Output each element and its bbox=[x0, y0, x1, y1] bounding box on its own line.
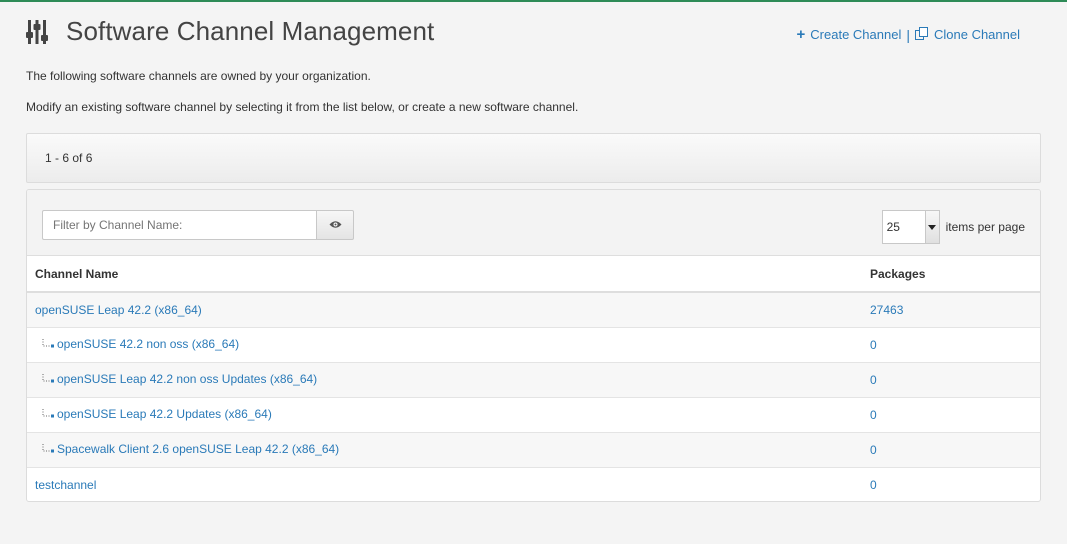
channel-filter-input[interactable] bbox=[42, 210, 316, 240]
channel-name-link[interactable]: openSUSE Leap 42.2 Updates (x86_64) bbox=[57, 407, 272, 421]
per-page-label: items per page bbox=[945, 220, 1025, 234]
per-page-control: 25 items per page bbox=[881, 210, 1025, 244]
create-channel-link[interactable]: + Create Channel bbox=[797, 26, 902, 43]
table-row: openSUSE Leap 42.2 Updates (x86_64) 0 bbox=[27, 397, 1040, 433]
action-separator: | bbox=[906, 26, 910, 43]
header-actions: + Create Channel | Clone Channel bbox=[797, 26, 1020, 43]
tree-branch-icon bbox=[41, 373, 57, 387]
channel-name-cell: testchannel bbox=[27, 467, 861, 501]
packages-cell: 0 bbox=[861, 467, 1040, 501]
channel-name-cell: openSUSE Leap 42.2 (x86_64) bbox=[27, 292, 861, 328]
channel-name-cell: Spacewalk Client 2.6 openSUSE Leap 42.2 … bbox=[27, 432, 861, 468]
column-header-packages[interactable]: Packages bbox=[861, 256, 1040, 293]
tree-branch-icon bbox=[41, 338, 57, 352]
page-header: Software Channel Management bbox=[26, 16, 434, 47]
packages-cell: 0 bbox=[861, 397, 1040, 433]
clone-channel-label: Clone Channel bbox=[933, 27, 1020, 42]
filter-button[interactable] bbox=[316, 210, 354, 240]
list-toolbar: 25 items per page bbox=[27, 190, 1040, 256]
table-row: openSUSE Leap 42.2 (x86_64) 27463 bbox=[27, 292, 1040, 328]
clone-channel-link[interactable]: Clone Channel bbox=[914, 26, 1020, 43]
plus-icon: + bbox=[796, 26, 806, 43]
channel-name-cell: openSUSE Leap 42.2 non oss Updates (x86_… bbox=[27, 362, 861, 398]
page-title: Software Channel Management bbox=[66, 16, 435, 46]
channel-name-link[interactable]: openSUSE Leap 42.2 non oss Updates (x86_… bbox=[57, 372, 317, 386]
packages-cell: 0 bbox=[861, 362, 1040, 398]
table-row: openSUSE Leap 42.2 non oss Updates (x86_… bbox=[27, 362, 1040, 398]
table-header-row: Channel Name Packages bbox=[27, 256, 1040, 293]
tree-branch-icon bbox=[41, 443, 57, 457]
table-row: Spacewalk Client 2.6 openSUSE Leap 42.2 … bbox=[27, 432, 1040, 468]
channel-name-link[interactable]: openSUSE Leap 42.2 (x86_64) bbox=[35, 303, 202, 317]
packages-cell: 0 bbox=[861, 327, 1040, 363]
column-header-channel-name[interactable]: Channel Name bbox=[27, 256, 861, 293]
sliders-icon bbox=[26, 18, 48, 46]
packages-count-link[interactable]: 0 bbox=[870, 443, 877, 457]
per-page-select[interactable]: 25 bbox=[881, 210, 940, 244]
chevron-down-icon bbox=[924, 211, 939, 243]
packages-count-link[interactable]: 27463 bbox=[870, 303, 903, 317]
description-line-1: The following software channels are owne… bbox=[26, 69, 371, 83]
channel-name-link[interactable]: openSUSE 42.2 non oss (x86_64) bbox=[57, 337, 239, 351]
packages-count-link[interactable]: 0 bbox=[870, 373, 877, 387]
channel-list-panel: 25 items per page Channel Name Packages … bbox=[26, 189, 1041, 502]
table-row: testchannel 0 bbox=[27, 467, 1040, 501]
table-row: openSUSE 42.2 non oss (x86_64) 0 bbox=[27, 327, 1040, 363]
per-page-value: 25 bbox=[886, 220, 900, 234]
channel-name-cell: openSUSE Leap 42.2 Updates (x86_64) bbox=[27, 397, 861, 433]
description-line-2: Modify an existing software channel by s… bbox=[26, 100, 579, 114]
tree-branch-icon bbox=[41, 408, 57, 422]
channel-name-link[interactable]: testchannel bbox=[35, 478, 96, 492]
create-channel-label: Create Channel bbox=[810, 27, 902, 42]
channel-name-cell: openSUSE 42.2 non oss (x86_64) bbox=[27, 327, 861, 363]
clone-icon bbox=[914, 26, 928, 43]
packages-count-link[interactable]: 0 bbox=[870, 478, 877, 492]
packages-count-link[interactable]: 0 bbox=[870, 338, 877, 352]
packages-count-link[interactable]: 0 bbox=[870, 408, 877, 422]
packages-cell: 0 bbox=[861, 432, 1040, 468]
packages-cell: 27463 bbox=[861, 292, 1040, 328]
channel-name-link[interactable]: Spacewalk Client 2.6 openSUSE Leap 42.2 … bbox=[57, 442, 339, 456]
pagination-range: 1 - 6 of 6 bbox=[45, 151, 93, 165]
eye-icon bbox=[329, 216, 342, 234]
channel-table: Channel Name Packages openSUSE Leap 42.2… bbox=[27, 256, 1040, 501]
pagination-bar: 1 - 6 of 6 bbox=[26, 133, 1041, 183]
